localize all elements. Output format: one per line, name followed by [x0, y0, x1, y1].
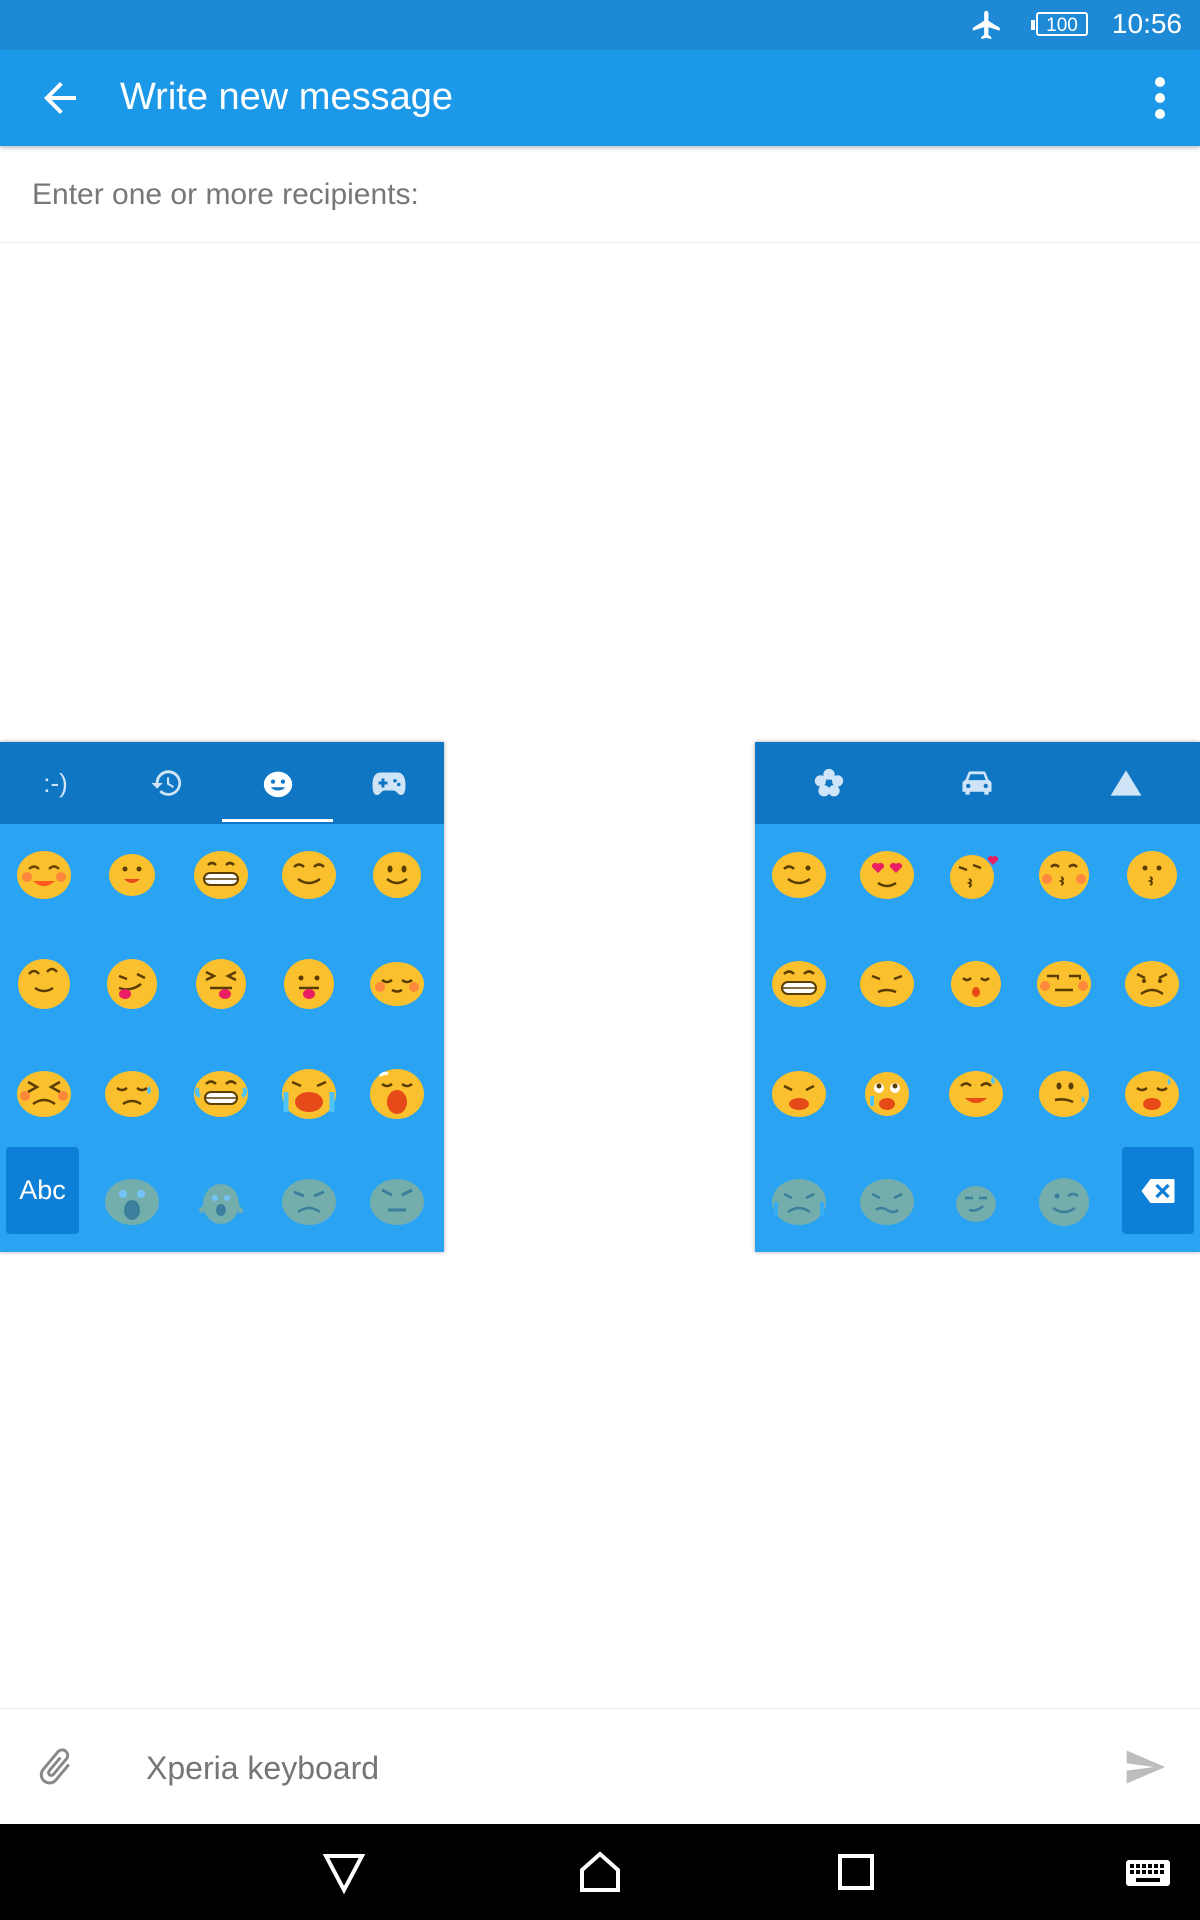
emoji-sob[interactable]	[278, 1064, 340, 1120]
emoji-joy[interactable]	[190, 1064, 252, 1120]
emoji-weary[interactable]	[856, 1064, 918, 1120]
recents-nav-icon[interactable]	[832, 1848, 880, 1896]
backspace-icon	[1141, 1178, 1175, 1203]
status-time: 10:56	[1111, 8, 1182, 39]
emoji-grin-2[interactable]	[768, 954, 830, 1010]
emoji-wink[interactable]	[768, 845, 830, 901]
attachment-icon[interactable]	[34, 1745, 78, 1789]
smiley-icon	[263, 771, 292, 798]
airplane-mode-icon	[972, 10, 1000, 40]
tab-symbols[interactable]	[1051, 742, 1200, 824]
emoji-happy[interactable]	[278, 845, 340, 901]
emoji-crying[interactable]	[366, 1064, 428, 1120]
emoji-frowning[interactable]	[1121, 954, 1183, 1010]
emoji-squint-tongue[interactable]	[190, 954, 252, 1010]
emoji-tabs-right	[755, 742, 1200, 824]
keyboard-switch-icon[interactable]	[1124, 1848, 1172, 1896]
emoji-kiss-heart[interactable]	[945, 845, 1007, 901]
emoji-kiss[interactable]	[1121, 845, 1183, 901]
abc-label: Abc	[19, 1175, 66, 1205]
emoji-laughing-side[interactable]	[13, 954, 75, 1010]
tab-transport[interactable]	[903, 742, 1051, 824]
message-input[interactable]	[144, 1743, 1048, 1793]
emoji-sleepy[interactable]	[945, 954, 1007, 1010]
emoji-sweat[interactable]	[101, 1064, 163, 1120]
compose-bar	[0, 1708, 1200, 1825]
app-bar: Write new message	[0, 50, 1200, 146]
emoji-sweat-smile[interactable]	[945, 1064, 1007, 1120]
emoji-tabs-left: :-)	[0, 742, 444, 824]
gamepad-icon	[372, 772, 405, 795]
back-arrow-icon[interactable]	[36, 74, 84, 122]
recipients-row	[0, 146, 1200, 243]
emoji-smile[interactable]	[101, 845, 163, 901]
recipients-input[interactable]	[30, 174, 1134, 216]
emoji-persevere[interactable]	[13, 1064, 75, 1120]
emoji-fearful[interactable]	[190, 1172, 252, 1228]
emoji-heart-eyes[interactable]	[856, 845, 918, 901]
emoji-slight-smile[interactable]	[366, 845, 428, 901]
emoji-worried[interactable]	[1121, 1064, 1183, 1120]
back-nav-icon[interactable]	[320, 1848, 368, 1896]
status-bar: 100 10:56	[0, 0, 1200, 50]
tab-smileys[interactable]	[222, 742, 333, 824]
emoji-wink-tongue[interactable]	[101, 954, 163, 1010]
triangle-icon	[1110, 770, 1141, 796]
emoji-relieved[interactable]	[366, 954, 428, 1010]
history-icon	[150, 770, 181, 796]
emoji-disappointed[interactable]	[768, 1064, 830, 1120]
flower-icon	[814, 768, 844, 797]
emoji-tongue[interactable]	[278, 954, 340, 1010]
navigation-bar	[0, 1824, 1200, 1920]
emoji-smirk[interactable]	[945, 1172, 1007, 1228]
overflow-menu-icon[interactable]	[1150, 74, 1170, 122]
tab-emoticons[interactable]: :-)	[0, 742, 111, 824]
send-icon[interactable]	[1122, 1745, 1168, 1789]
backspace-button[interactable]	[1122, 1147, 1194, 1234]
emoji-angry[interactable]	[278, 1172, 340, 1228]
emoji-blush[interactable]	[13, 845, 75, 901]
abc-keyboard-button[interactable]: Abc	[6, 1147, 79, 1234]
home-nav-icon[interactable]	[576, 1848, 624, 1896]
emoji-wink-2[interactable]	[1033, 1172, 1095, 1228]
page-title: Write new message	[120, 76, 453, 118]
emoji-kiss-blush[interactable]	[1033, 845, 1095, 901]
emoji-rage[interactable]	[366, 1172, 428, 1228]
emoji-keyboard-left: :-) Abc	[0, 742, 444, 1252]
emoji-grin[interactable]	[190, 845, 252, 901]
emoji-scream[interactable]	[101, 1172, 163, 1228]
emoji-confused[interactable]	[1033, 1064, 1095, 1120]
tab-recent[interactable]	[111, 742, 222, 824]
emoji-pensive[interactable]	[856, 954, 918, 1010]
emoji-tired[interactable]	[856, 1172, 918, 1228]
tab-emoticons-label: :-)	[43, 767, 68, 798]
tab-games[interactable]	[333, 742, 444, 824]
battery-icon: 100	[1031, 12, 1088, 36]
emoji-cold-sweat[interactable]	[768, 1172, 830, 1228]
tab-nature[interactable]	[755, 742, 903, 824]
emoji-unamused[interactable]	[1033, 954, 1095, 1010]
emoji-keyboard-right	[755, 742, 1200, 1252]
car-icon	[962, 771, 992, 795]
